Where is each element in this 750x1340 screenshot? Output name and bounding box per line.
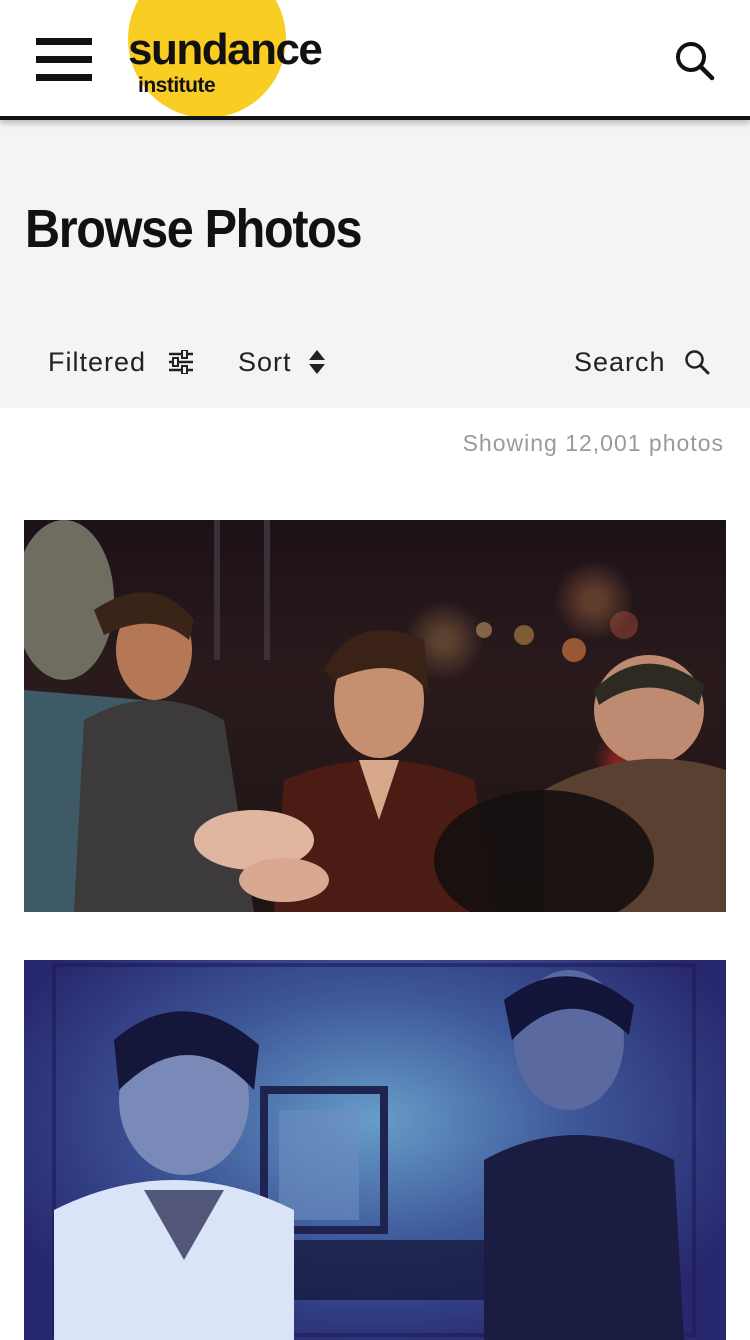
filter-button[interactable]: Filtered: [48, 342, 194, 382]
search-button[interactable]: Search: [574, 342, 710, 382]
search-icon: [684, 349, 710, 375]
sliders-icon: [168, 350, 194, 374]
sundance-logo[interactable]: sundance institute: [128, 0, 368, 116]
filter-label: Filtered: [48, 346, 147, 377]
site-header: sundance institute: [0, 0, 750, 120]
menu-bar: [36, 38, 92, 45]
photo-card[interactable]: [24, 520, 726, 912]
menu-bar: [36, 74, 92, 81]
hamburger-menu-icon[interactable]: [36, 38, 92, 82]
logo-subtitle: institute: [138, 74, 216, 97]
search-label: Search: [574, 346, 666, 377]
event-photo-image: [52, 963, 696, 1340]
sort-button[interactable]: Sort: [238, 342, 326, 382]
page-title: Browse Photos: [25, 199, 363, 259]
logo-wordmark: sundance: [128, 25, 323, 74]
sort-arrows-icon: [308, 349, 326, 375]
event-photo-image: [24, 520, 726, 912]
menu-bar: [36, 56, 92, 63]
sort-label: Sort: [238, 346, 292, 377]
browse-hero: Browse Photos Filtered Sort Search: [0, 120, 750, 408]
photo-card[interactable]: [24, 960, 726, 1340]
results-count: Showing 12,001 photos: [462, 430, 724, 456]
search-icon[interactable]: [674, 40, 716, 82]
